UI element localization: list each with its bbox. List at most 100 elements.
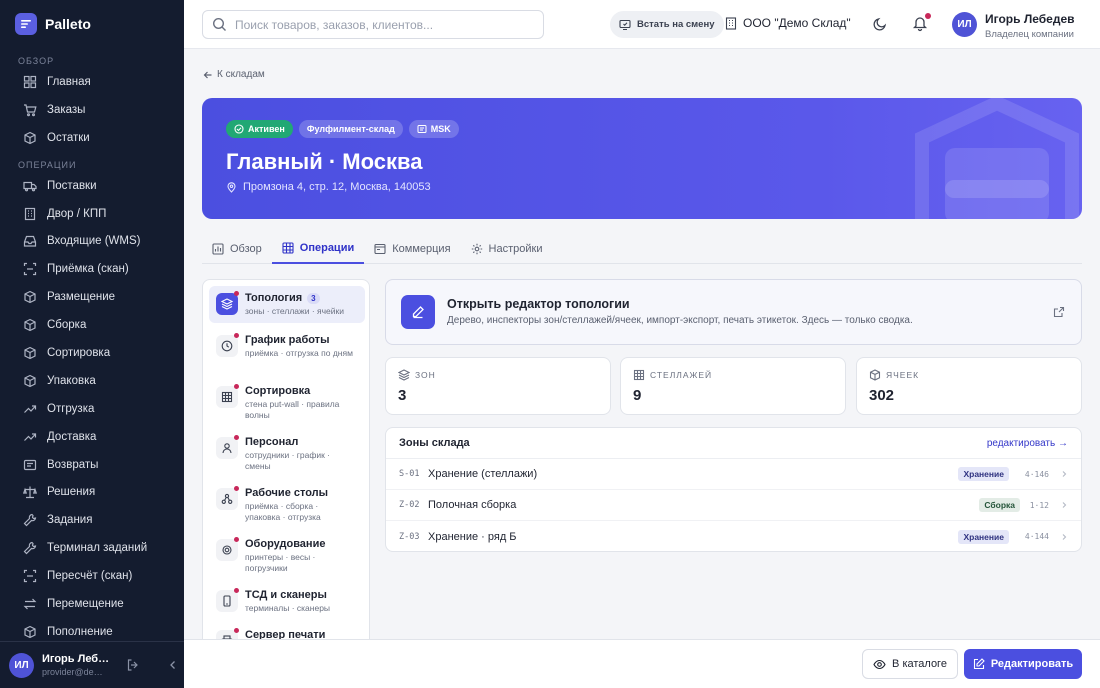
org-switcher[interactable]: ООО "Демо Склад"	[725, 16, 851, 30]
scan-icon	[23, 569, 37, 583]
stat-value: 9	[633, 387, 642, 404]
sidebar-item-home[interactable]: Главная	[0, 68, 184, 96]
sidebar-item-replenish[interactable]: Пополнение	[0, 618, 184, 642]
code-badge-label: MSK	[430, 124, 451, 134]
back-link[interactable]: К складам	[203, 69, 265, 80]
sidebar-item-recount[interactable]: Пересчёт (скан)	[0, 562, 184, 590]
sidebar-item-yard[interactable]: Двор / КПП	[0, 200, 184, 228]
open-topology-editor-card[interactable]: Открыть редактор топологии Дерево, инспе…	[385, 279, 1082, 345]
sidebar-item-label: Отгрузка	[47, 402, 95, 415]
menu-item-title: График работы	[245, 334, 330, 346]
chevron-right-icon	[1062, 471, 1067, 477]
editor-card-description: Дерево, инспекторы зон/стеллажей/ячеек, …	[447, 315, 913, 326]
nav-group-label: ОБЗОР	[18, 56, 55, 66]
external-link-icon[interactable]	[1053, 306, 1065, 318]
menu-item-topology[interactable]: Топология 3 зоны · стеллажи · ячейки	[209, 286, 365, 323]
hash-icon	[417, 125, 427, 133]
sidebar-item-orders[interactable]: Заказы	[0, 96, 184, 124]
person-icon	[216, 437, 238, 459]
sidebar-item-putaway[interactable]: Размещение	[0, 283, 184, 311]
moon-icon[interactable]	[872, 16, 888, 32]
zones-edit-link[interactable]: редактировать →	[987, 438, 1068, 449]
sidebar-item-transfer[interactable]: Перемещение	[0, 590, 184, 618]
stat-label-text: ЗОН	[415, 370, 436, 380]
avatar[interactable]: ИЛ	[952, 12, 977, 37]
sidebar-item-delivery[interactable]: Доставка	[0, 423, 184, 451]
start-shift-label: Встать на смену	[637, 19, 715, 30]
sidebar-item-decisions[interactable]: Решения	[0, 478, 184, 506]
address-text: Промзона 4, стр. 12, Москва, 140053	[243, 181, 431, 193]
sidebar-item-label: Решения	[47, 486, 96, 499]
sidebar-item-label: Доставка	[47, 430, 97, 443]
tab-overview[interactable]: Обзор	[202, 233, 272, 264]
device-icon	[216, 590, 238, 612]
zone-name: Хранение · ряд Б	[428, 530, 517, 543]
stat-label: ЯЧЕЕК	[869, 369, 1069, 381]
sidebar-item-shipping[interactable]: Отгрузка	[0, 395, 184, 423]
sidebar-item-inbound[interactable]: Входящие (WMS)	[0, 227, 184, 255]
count-badge: 3	[307, 292, 320, 304]
tab-settings[interactable]: Настройки	[461, 233, 553, 264]
sidebar-item-returns[interactable]: Возвраты	[0, 451, 184, 479]
table-row[interactable]: Z-02 Полочная сборка Сборка 1·12	[386, 490, 1081, 521]
sidebar-item-label: Главная	[47, 75, 91, 88]
sidebar-item-label: Возвраты	[47, 458, 99, 471]
sidebar-item-label: Пересчёт (скан)	[47, 570, 133, 583]
location-pin-icon	[227, 181, 236, 193]
tab-commerce[interactable]: Коммерция	[364, 233, 460, 264]
logout-icon[interactable]	[126, 658, 140, 672]
view-in-catalog-button[interactable]: В каталоге	[862, 649, 958, 679]
swap-icon	[23, 598, 37, 610]
sidebar-item-sorting[interactable]: Сортировка	[0, 339, 184, 367]
zone-code: Z-03	[399, 531, 420, 542]
sidebar-item-tasks[interactable]: Задания	[0, 506, 184, 534]
wrench-icon	[23, 542, 37, 555]
table-row[interactable]: S-01 Хранение (стеллажи) Хранение 4·146	[386, 459, 1081, 490]
chevron-right-icon	[1062, 502, 1067, 508]
sidebar-item-packing[interactable]: Упаковка	[0, 367, 184, 395]
chart-icon	[212, 242, 224, 255]
truck-icon	[23, 181, 37, 192]
return-icon	[23, 459, 37, 470]
zone-count: 4·144	[1024, 532, 1049, 541]
menu-item-workstations[interactable]: Рабочие столы приёмка · сборка · упаковк…	[209, 481, 365, 529]
stat-zones: ЗОН 3	[385, 357, 611, 415]
stat-label: ЗОН	[398, 369, 598, 381]
menu-item-sorting[interactable]: Сортировка стена put-wall · правила волн…	[209, 379, 365, 427]
sidebar: Palleto ОБЗОР Главная Заказы Остатки ОПЕ…	[0, 0, 184, 688]
sidebar-user[interactable]: ИЛ Игорь Лебедев provider@demo.ru	[0, 641, 184, 688]
menu-item-schedule[interactable]: График работы приёмка · отгрузка по дням	[209, 328, 365, 365]
notification-dot	[234, 384, 239, 389]
menu-item-staff[interactable]: Персонал сотрудники · график · смены	[209, 430, 365, 478]
sidebar-item-stock[interactable]: Остатки	[0, 124, 184, 152]
search-input[interactable]	[235, 17, 525, 32]
search-box[interactable]	[202, 10, 544, 39]
menu-item-title: Топология 3	[245, 292, 365, 304]
warehouse-illustration-icon	[915, 98, 1079, 219]
notification-dot	[234, 333, 239, 338]
table-row[interactable]: Z-03 Хранение · ряд Б Хранение 4·144	[386, 521, 1081, 551]
table-icon	[282, 241, 294, 254]
notification-dot	[234, 435, 239, 440]
sidebar-item-supplies[interactable]: Поставки	[0, 172, 184, 200]
edit-button-label: Редактировать	[990, 658, 1074, 670]
hero-chips: Активен Фулфилмент-склад MSK	[226, 120, 459, 138]
tab-operations[interactable]: Операции	[271, 233, 365, 264]
brand[interactable]: Palleto	[0, 0, 184, 48]
edit-button[interactable]: Редактировать	[964, 649, 1082, 679]
collapse-chevron-icon[interactable]	[166, 658, 180, 672]
sidebar-item-task-terminal[interactable]: Терминал заданий	[0, 534, 184, 562]
user-menu[interactable]: Игорь Лебедев Владелец компании	[985, 12, 1075, 40]
app-name: Palleto	[45, 16, 91, 32]
menu-item-devices[interactable]: ТСД и сканеры терминалы · сканеры	[209, 583, 365, 620]
menu-item-equipment[interactable]: Оборудование принтеры · весы · погрузчик…	[209, 532, 365, 580]
zone-code: S-01	[399, 469, 420, 479]
catalog-button-label: В каталоге	[892, 658, 947, 670]
start-shift-button[interactable]: Встать на смену	[610, 11, 724, 38]
user-name: Игорь Лебедев	[985, 12, 1075, 26]
user-role: Владелец компании	[985, 29, 1074, 40]
sidebar-item-picking[interactable]: Сборка	[0, 311, 184, 339]
box-icon	[24, 318, 36, 332]
sidebar-item-receiving[interactable]: Приёмка (скан)	[0, 255, 184, 283]
building-icon	[24, 207, 36, 220]
